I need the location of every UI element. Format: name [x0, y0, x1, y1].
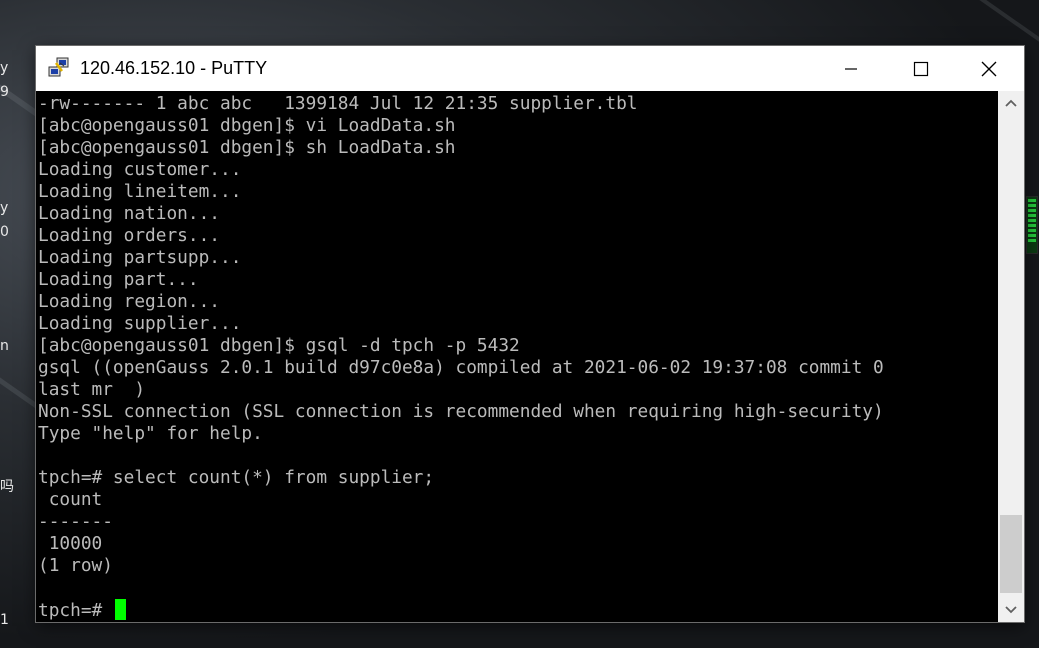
terminal-line: Loading lineitem... — [38, 181, 242, 202]
terminal-prompt: tpch=# — [38, 600, 113, 621]
vertical-scrollbar[interactable] — [998, 91, 1024, 622]
terminal-screen[interactable]: -rw------- 1 abc abc 1399184 Jul 12 21:3… — [36, 91, 998, 622]
side-gauge — [1026, 196, 1038, 254]
scroll-up-button[interactable] — [998, 91, 1024, 115]
putty-window: 120.46.152.10 - PuTTY -rw------- 1 abc a… — [36, 46, 1024, 622]
desktop-edge-char: y — [0, 60, 9, 76]
title-bar[interactable]: 120.46.152.10 - PuTTY — [36, 46, 1024, 91]
terminal-line: [abc@opengauss01 dbgen]$ gsql -d tpch -p… — [38, 335, 520, 356]
terminal-line: gsql ((openGauss 2.0.1 build d97c0e8a) c… — [38, 357, 884, 378]
terminal-line: Loading region... — [38, 291, 220, 312]
desktop-edge-char: n — [0, 338, 9, 354]
terminal-line: -rw------- 1 abc abc 1399184 Jul 12 21:3… — [38, 93, 638, 114]
terminal-line: Loading part... — [38, 269, 199, 290]
terminal-line: ------- — [38, 511, 113, 532]
close-icon — [981, 61, 997, 76]
window-title: 120.46.152.10 - PuTTY — [80, 58, 268, 78]
desktop-edge-char: y — [0, 200, 9, 216]
maximize-button[interactable] — [886, 46, 956, 91]
terminal-line: Loading nation... — [38, 203, 220, 224]
scroll-down-button[interactable] — [998, 598, 1024, 622]
terminal-line: last mr ) — [38, 379, 146, 400]
terminal-line: tpch=# select count(*) from supplier; — [38, 467, 435, 488]
terminal-line: Loading partsupp... — [38, 247, 242, 268]
scrollbar-thumb[interactable] — [1000, 515, 1022, 593]
minimize-icon — [845, 67, 857, 70]
chevron-down-icon — [1005, 606, 1017, 614]
chevron-up-icon — [1005, 99, 1017, 107]
terminal-line: Loading orders... — [38, 225, 220, 246]
desktop-edge-char: 9 — [0, 84, 9, 100]
terminal-line: 10000 — [38, 533, 103, 554]
close-button[interactable] — [954, 46, 1024, 91]
desktop-edge-char: 0 — [0, 224, 9, 240]
maximize-icon — [913, 61, 929, 76]
putty-icon[interactable] — [48, 57, 70, 79]
text-cursor — [114, 599, 126, 620]
desktop-edge-char: 吗 — [0, 479, 14, 495]
terminal-line: [abc@opengauss01 dbgen]$ sh LoadData.sh — [38, 137, 456, 158]
minimize-button[interactable] — [816, 46, 886, 91]
terminal-line: (1 row) — [38, 555, 113, 576]
terminal-output: -rw------- 1 abc abc 1399184 Jul 12 21:3… — [38, 93, 884, 622]
terminal-line: Type "help" for help. — [38, 423, 263, 444]
desktop-edge-char: 1 — [0, 612, 9, 628]
terminal-line: Loading supplier... — [38, 313, 242, 334]
terminal-line: Loading customer... — [38, 159, 242, 180]
terminal-line: count — [38, 489, 103, 510]
terminal-line: [abc@opengauss01 dbgen]$ vi LoadData.sh — [38, 115, 456, 136]
terminal-line: Non-SSL connection (SSL connection is re… — [38, 401, 884, 422]
